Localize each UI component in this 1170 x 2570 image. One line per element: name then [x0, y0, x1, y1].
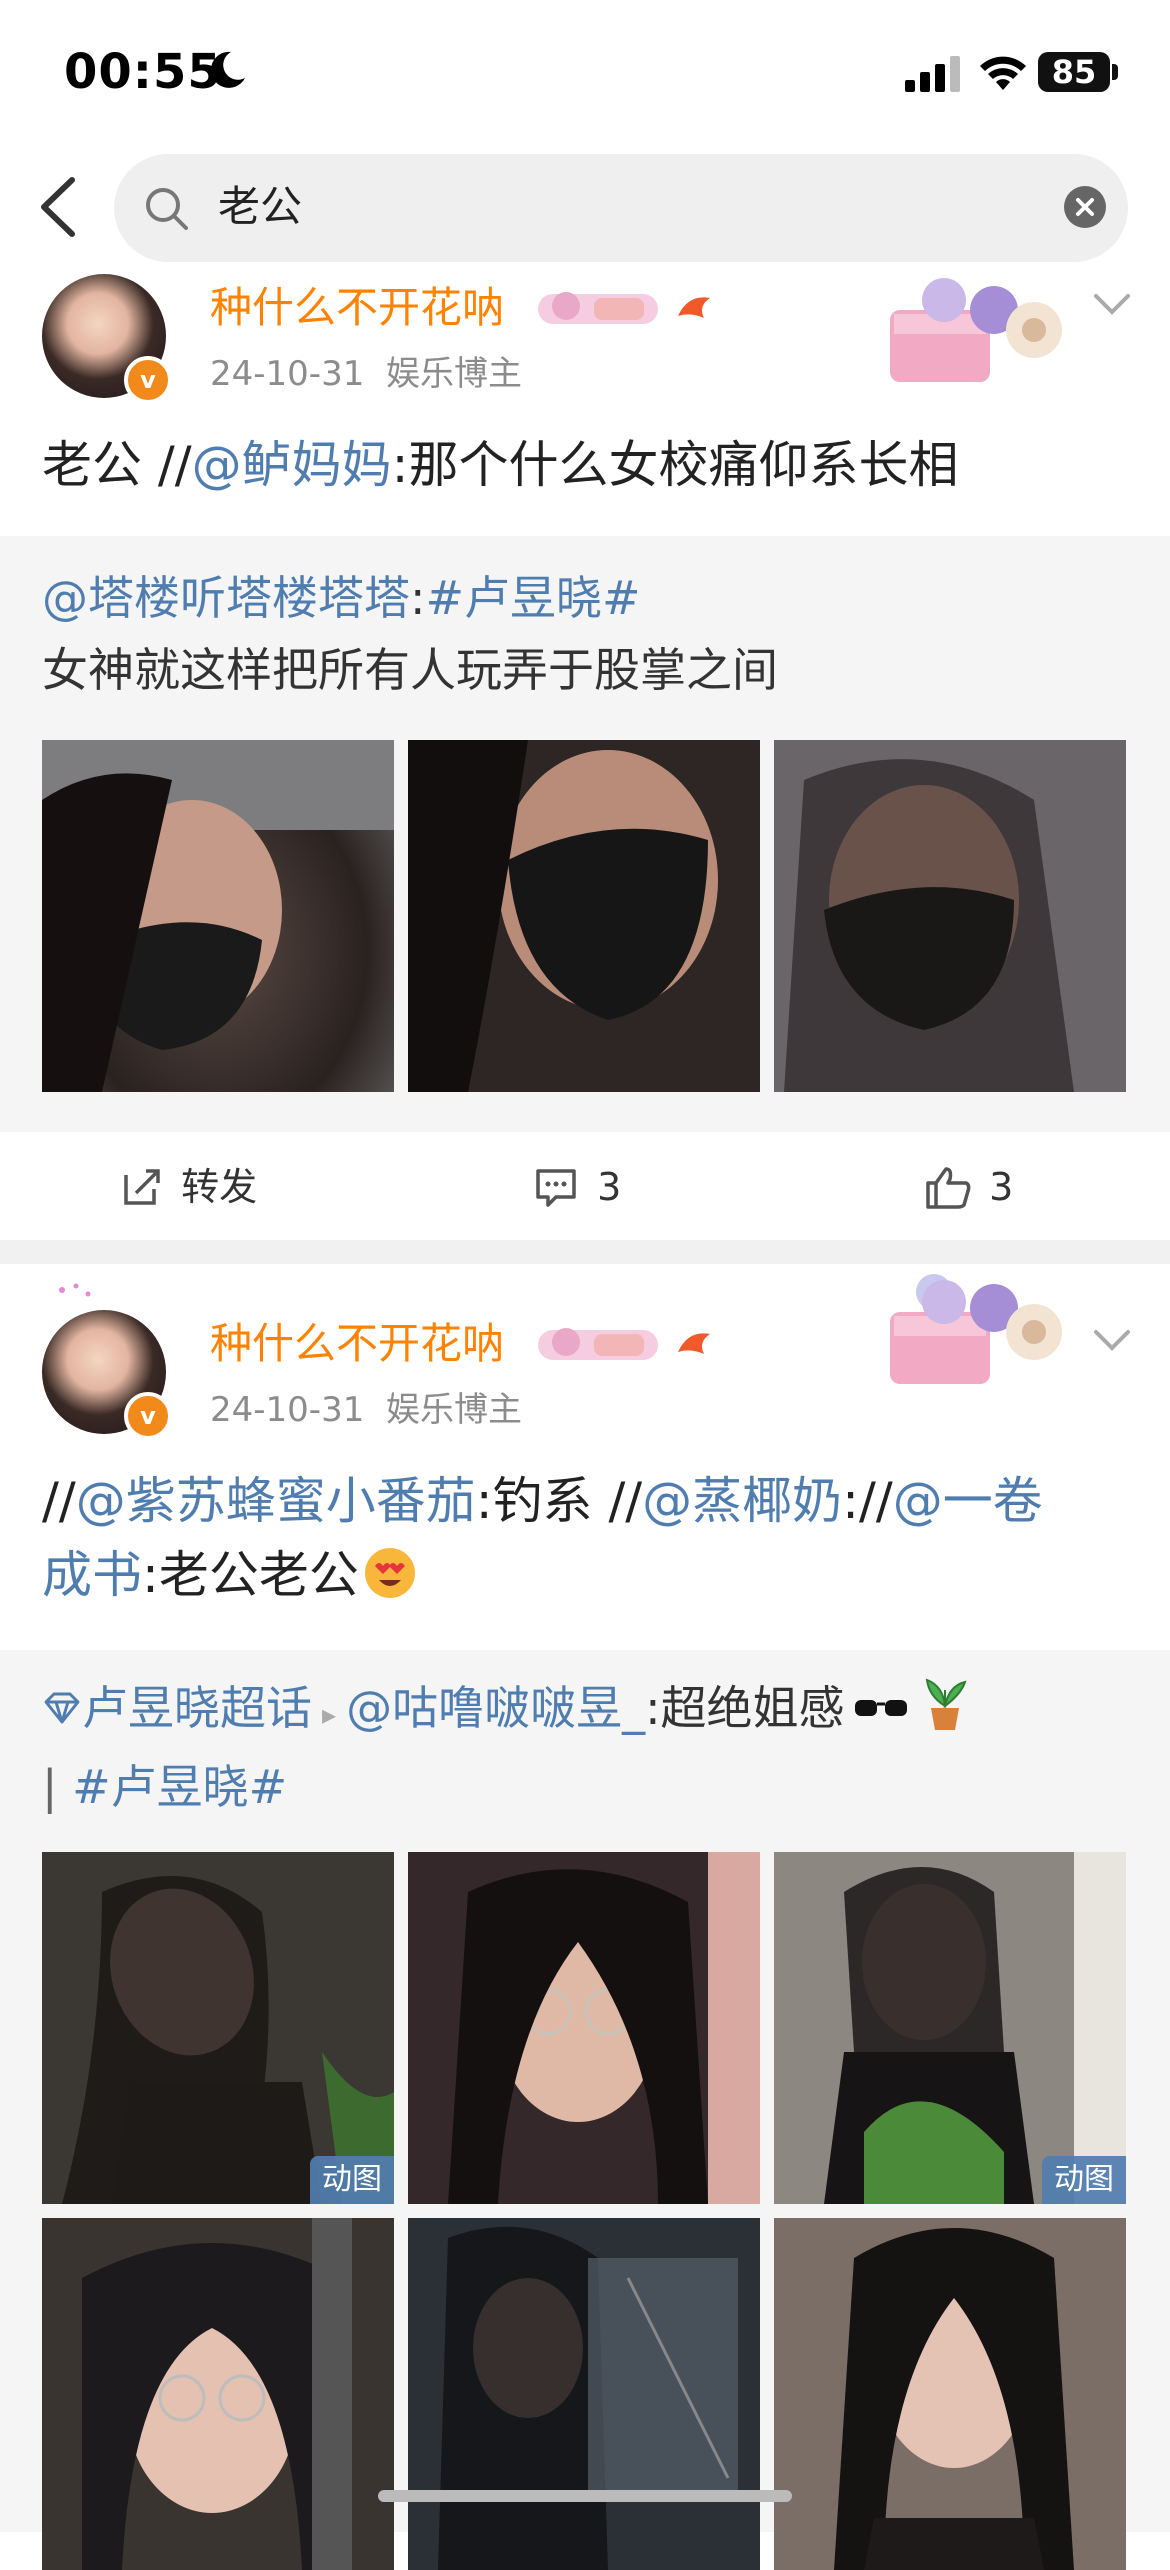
text-segment: :超绝姐感 — [645, 1681, 845, 1735]
post-photo[interactable] — [408, 2218, 760, 2570]
card-decoration-icon — [890, 278, 1062, 382]
hashtag-link[interactable]: #卢昱晓# — [72, 1760, 287, 1814]
text-segment: :// — [842, 1472, 893, 1530]
mention-link[interactable]: @咕噜啵啵昱_ — [346, 1681, 645, 1735]
mention-link[interactable]: @蒸椰奶 — [642, 1472, 842, 1530]
like-button[interactable]: 3 — [924, 1162, 1013, 1212]
text-segment: 女神就这样把所有人玩弄于股掌之间 — [42, 643, 778, 697]
search-icon — [146, 188, 188, 230]
clear-icon[interactable] — [1064, 186, 1106, 228]
username[interactable]: 种什么不开花呐 — [210, 280, 504, 336]
post-role: 娱乐博主 — [386, 354, 522, 394]
username[interactable]: 种什么不开花呐 — [210, 1316, 504, 1372]
post-photo[interactable] — [408, 1852, 760, 2204]
like-icon — [926, 1167, 971, 1209]
medal-badge-icon — [538, 1328, 710, 1360]
post-photo[interactable]: 动图 — [774, 1852, 1126, 2204]
verified-icon: v — [124, 356, 172, 404]
repost-icon — [124, 1169, 160, 1205]
text-segment: 老公 // — [42, 436, 192, 494]
heart-eyes-emoji-icon — [363, 1546, 417, 1600]
verified-icon: v — [124, 1392, 172, 1440]
like-count: 3 — [989, 1165, 1014, 1209]
mention-link[interactable]: @一卷 — [893, 1472, 1043, 1530]
post-date: 24-10-31 — [210, 354, 365, 394]
status-time: 00:55 — [64, 44, 222, 100]
post-text: //@紫苏蜂蜜小番茄:钓系 //@蒸椰奶://@一卷成书:老公老公 — [42, 1464, 1132, 1612]
comment-button[interactable]: 3 — [534, 1162, 621, 1212]
text-segment: :老公老公 — [142, 1546, 359, 1604]
gif-badge: 动图 — [1042, 2156, 1126, 2204]
post-role: 娱乐博主 — [386, 1390, 522, 1430]
gif-badge: 动图 — [310, 2156, 394, 2204]
post-photo[interactable]: 动图 — [42, 1852, 394, 2204]
post-photo[interactable] — [774, 740, 1126, 1092]
text-segment: :那个什么女校痛仰系长相 — [391, 436, 959, 494]
supertopic-icon — [42, 1676, 82, 1724]
post-photo[interactable] — [774, 2218, 1126, 2570]
moon-icon — [210, 51, 245, 88]
post-date: 24-10-31 — [210, 1390, 365, 1430]
repost-text: 卢昱晓超话 ▸ @咕噜啵啵昱_:超绝姐感 | #卢昱晓# — [42, 1672, 1142, 1823]
chevron-down-icon[interactable] — [1092, 290, 1132, 320]
post-divider — [0, 1240, 1170, 1264]
comment-count: 3 — [597, 1165, 622, 1209]
sparkle-icon — [59, 1283, 91, 1297]
post-photo[interactable] — [42, 2218, 394, 2570]
mention-link[interactable]: @紫苏蜂蜜小番茄 — [76, 1472, 476, 1530]
text-segment: :钓系 // — [475, 1472, 643, 1530]
wifi-icon — [980, 56, 1026, 90]
plant-emoji-icon — [919, 1676, 971, 1732]
search-input[interactable]: 老公 — [218, 178, 302, 236]
repost-text: @塔楼听塔楼塔塔:#卢昱晓# 女神就这样把所有人玩弄于股掌之间 — [42, 562, 1132, 706]
home-indicator — [378, 2490, 792, 2502]
battery-level: 85 — [1038, 52, 1110, 92]
text-segment: : — [410, 571, 426, 625]
sunglasses-emoji-icon — [851, 1674, 911, 1716]
medal-badge-icon — [538, 292, 710, 324]
back-icon[interactable] — [34, 174, 84, 240]
hashtag-link[interactable]: #卢昱晓# — [426, 571, 641, 625]
supertopic-link[interactable]: 卢昱晓超话 — [82, 1681, 312, 1735]
repost-label: 转发 — [181, 1165, 258, 1209]
chevron-down-icon[interactable] — [1092, 1326, 1132, 1356]
battery-tip — [1112, 64, 1118, 80]
text-segment: | — [42, 1760, 73, 1814]
card-decoration-icon — [890, 1274, 1062, 1384]
signal-icon — [905, 56, 960, 92]
post-photo[interactable] — [42, 740, 394, 1092]
comment-icon — [536, 1169, 576, 1207]
mention-link[interactable]: 成书 — [42, 1546, 142, 1604]
post-photo[interactable] — [408, 740, 760, 1092]
post-text: 老公 //@鲈妈妈:那个什么女校痛仰系长相 — [42, 428, 1132, 502]
repost-button[interactable]: 转发 — [120, 1162, 257, 1212]
arrow-right-icon: ▸ — [322, 1698, 337, 1731]
mention-link[interactable]: @鲈妈妈 — [192, 436, 392, 494]
text-segment: // — [42, 1472, 76, 1530]
mention-link[interactable]: @塔楼听塔楼塔塔 — [42, 571, 410, 625]
